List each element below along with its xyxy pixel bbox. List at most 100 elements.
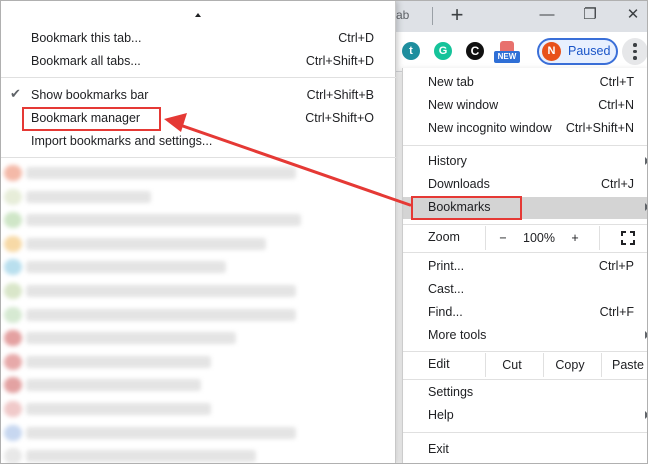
menu-item-label: More tools xyxy=(428,328,487,342)
favicon-icon xyxy=(4,235,22,252)
t-extension-icon[interactable]: t xyxy=(402,42,420,60)
menu-item-more-tools[interactable]: More tools xyxy=(403,325,648,347)
menu-item-downloads[interactable]: Downloads Ctrl+J xyxy=(403,174,648,196)
favicon-icon xyxy=(4,424,22,441)
fullscreen-icon[interactable] xyxy=(621,231,635,245)
tab-title-fragment[interactable]: ab xyxy=(396,8,409,22)
menu-item-help[interactable]: Help xyxy=(403,405,648,427)
menu-divider xyxy=(403,432,648,433)
more-menu-icon[interactable] xyxy=(622,38,648,65)
menu-divider xyxy=(403,252,648,253)
menu-item-new-window[interactable]: New window Ctrl+N xyxy=(403,95,648,117)
blurred-bookmark-title xyxy=(26,167,296,179)
paste-button[interactable]: Paste xyxy=(607,353,648,377)
menu-item-shortcut: Ctrl+D xyxy=(338,31,374,45)
menu-item-label: New tab xyxy=(428,75,474,89)
blurred-bookmark-title xyxy=(26,190,151,203)
favicon-icon xyxy=(4,401,22,417)
favicon-icon xyxy=(4,188,22,205)
avatar: N xyxy=(542,42,561,61)
zoom-divider xyxy=(599,226,600,250)
zoom-label: Zoom xyxy=(428,230,460,244)
blurred-bookmark-title xyxy=(26,214,301,227)
menu-item-label: Help xyxy=(428,408,454,422)
menu-divider xyxy=(403,351,648,352)
menu-item-shortcut: Ctrl+F xyxy=(599,305,634,319)
blurred-bookmark-title xyxy=(26,403,211,415)
menu-item-label: Cast... xyxy=(428,282,465,296)
chrome-main-menu: New tab Ctrl+T New window Ctrl+N New inc… xyxy=(402,68,648,464)
menu-item-exit[interactable]: Exit xyxy=(403,439,648,461)
menu-divider xyxy=(0,77,396,78)
checkmark-icon: ✔ xyxy=(10,86,21,101)
close-window-button[interactable]: ✕ xyxy=(620,4,646,26)
favicon-icon xyxy=(4,259,22,276)
blurred-bookmark-title xyxy=(26,285,296,297)
menu-item-label: History xyxy=(428,154,467,168)
tab-divider xyxy=(432,7,433,25)
zoom-level: 100% xyxy=(523,231,555,245)
minimize-button[interactable]: — xyxy=(534,4,560,26)
copy-button[interactable]: Copy xyxy=(545,353,595,377)
menu-item-label: Show bookmarks bar xyxy=(31,88,149,102)
menu-item-label: Bookmark this tab... xyxy=(31,31,142,45)
menu-item-label: New incognito window xyxy=(428,121,552,135)
favicon-icon xyxy=(4,330,22,347)
blurred-bookmark-title xyxy=(26,237,266,250)
menu-item-bookmark-all-tabs[interactable]: Bookmark all tabs... Ctrl+Shift+D xyxy=(0,51,396,73)
moon-extension-icon[interactable]: C xyxy=(466,42,484,60)
blurred-bookmark-title xyxy=(26,355,211,368)
menu-item-find[interactable]: Find... Ctrl+F xyxy=(403,302,648,324)
favicon-icon xyxy=(4,306,22,323)
edit-divider xyxy=(485,353,486,377)
menu-item-shortcut: Ctrl+P xyxy=(598,259,634,273)
zoom-out-button[interactable]: − xyxy=(493,226,513,250)
new-tab-button[interactable]: + xyxy=(444,2,470,28)
blurred-bookmark-title xyxy=(26,426,296,439)
new-extension-icon[interactable]: NEW xyxy=(494,40,520,64)
menu-item-label: Bookmark all tabs... xyxy=(31,54,141,68)
menu-item-print[interactable]: Print... Ctrl+P xyxy=(403,256,648,278)
annotation-box-bookmarks xyxy=(411,196,522,220)
g-extension-icon[interactable]: G xyxy=(434,42,452,60)
menu-item-new-incognito-window[interactable]: New incognito window Ctrl+Shift+N xyxy=(403,118,648,140)
zoom-in-button[interactable]: + xyxy=(565,226,585,250)
menu-item-label: Exit xyxy=(428,442,449,456)
menu-item-label: Find... xyxy=(428,305,463,319)
blurred-bookmark-title xyxy=(26,450,256,463)
favicon-icon xyxy=(4,283,22,299)
menu-item-settings[interactable]: Settings xyxy=(403,382,648,404)
restore-button[interactable]: ❐ xyxy=(577,4,603,26)
menu-item-label: Settings xyxy=(428,385,474,399)
menu-divider xyxy=(403,224,648,225)
edit-divider xyxy=(543,353,544,377)
new-badge: NEW xyxy=(494,51,520,63)
menu-item-shortcut: Ctrl+Shift+B xyxy=(306,88,374,102)
profile-button[interactable]: N Paused xyxy=(537,38,618,65)
edit-divider xyxy=(601,353,602,377)
menu-item-label: Import bookmarks and settings... xyxy=(31,134,213,148)
edit-row: Edit Cut Copy Paste xyxy=(403,353,648,377)
menu-item-new-tab[interactable]: New tab Ctrl+T xyxy=(403,72,648,94)
blurred-bookmark-title xyxy=(26,261,226,274)
tab-strip xyxy=(388,0,648,32)
menu-item-label: New window xyxy=(428,98,499,112)
favicon-icon xyxy=(4,353,22,370)
menu-item-shortcut: Ctrl+Shift+N xyxy=(565,121,634,135)
scroll-up-icon[interactable] xyxy=(195,13,201,17)
menu-item-bookmark-this-tab[interactable]: Bookmark this tab... Ctrl+D xyxy=(0,28,396,50)
menu-item-cast[interactable]: Cast... xyxy=(403,279,648,301)
blurred-bookmark-title xyxy=(26,379,201,392)
favicon-icon xyxy=(4,448,22,464)
menu-item-shortcut: Ctrl+J xyxy=(601,177,634,191)
menu-divider xyxy=(403,379,648,380)
cut-button[interactable]: Cut xyxy=(487,353,537,377)
menu-item-label: Downloads xyxy=(428,177,490,191)
menu-item-show-bookmarks-bar[interactable]: ✔ Show bookmarks bar Ctrl+Shift+B xyxy=(0,85,396,107)
menu-item-import-bookmarks[interactable]: Import bookmarks and settings... xyxy=(0,131,396,153)
favicon-icon xyxy=(4,212,22,229)
menu-item-history[interactable]: History xyxy=(403,151,648,173)
annotation-box-bookmark-manager xyxy=(22,107,161,131)
menu-divider xyxy=(403,145,648,146)
favicon-icon xyxy=(4,165,22,181)
